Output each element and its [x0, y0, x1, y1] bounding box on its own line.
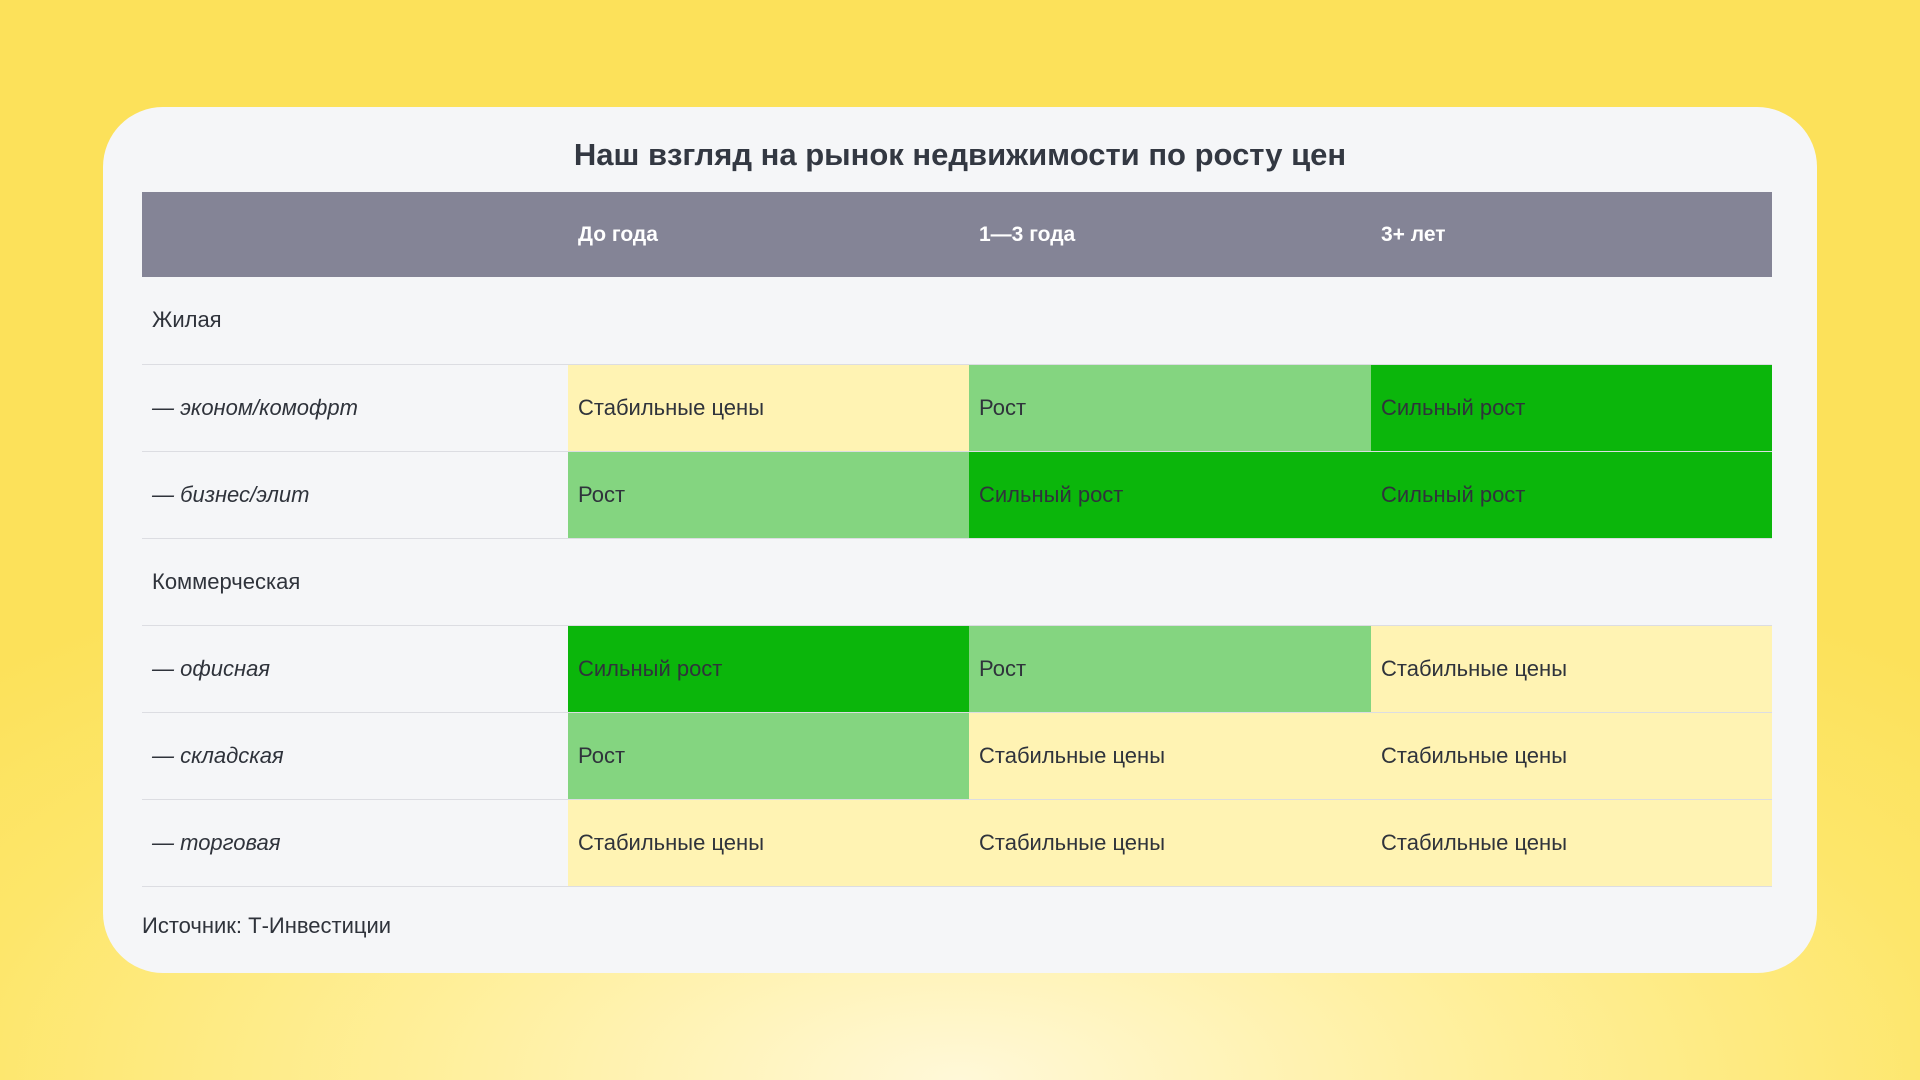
section-filler [568, 277, 1772, 365]
section-label: Коммерческая [142, 538, 568, 626]
table-row: — офисная Сильный рост Рост Стабильные цены [142, 625, 1772, 713]
table-row: — торговая Стабильные цены Стабильные цены… [142, 799, 1772, 887]
table-cell: Сильный рост [1371, 451, 1772, 539]
section-row: Коммерческая [142, 538, 1772, 626]
table-cell: Рост [568, 451, 969, 539]
table-row: — эконом/комофрт Стабильные цены Рост Сильн… [142, 364, 1772, 452]
table-row: — складская Рост Стабильные цены Стабильные… [142, 712, 1772, 800]
table-cell: Стабильные цены [1371, 799, 1772, 887]
header-cell-1-3-years: 1—3 года [969, 192, 1371, 277]
header-cell-3-plus-years: 3+ лет [1371, 192, 1772, 277]
table-cell: Стабильные цены [568, 799, 969, 887]
header-cell-segment [142, 192, 568, 277]
row-label: — эконом/комофрт [142, 364, 568, 452]
header-cell-up-to-year: До года [568, 192, 969, 277]
table-card: Наш взгляд на рынок недвижимости по рост… [103, 107, 1817, 973]
table-cell: Стабильные цены [568, 364, 969, 452]
row-label: — складская [142, 712, 568, 800]
source-note: Источник: Т-Инвестиции [142, 913, 392, 938]
table-cell: Стабильные цены [1371, 625, 1772, 713]
table-cell: Рост [969, 364, 1371, 452]
table-cell: Стабильные цены [969, 799, 1371, 887]
table-cell: Стабильные цены [969, 712, 1371, 800]
price-growth-table: До года 1—3 года 3+ лет Жилая — эконом/ко… [142, 192, 1772, 887]
row-label: — офисная [142, 625, 568, 713]
table-cell: Стабильные цены [1371, 712, 1772, 800]
table-body: Жилая — эконом/комофрт Стабильные цены Рост… [142, 277, 1772, 887]
table-row: — бизнес/элит Рост Сильный рост Сильный рос… [142, 451, 1772, 539]
section-row: Жилая [142, 277, 1772, 365]
table-cell: Рост [969, 625, 1371, 713]
header-row: До года 1—3 года 3+ лет [142, 192, 1772, 277]
row-label: — бизнес/элит [142, 451, 568, 539]
section-label: Жилая [142, 277, 568, 365]
table-cell: Рост [568, 712, 969, 800]
chart-title: Наш взгляд на рынок недвижимости по рост… [573, 137, 1347, 172]
table-cell: Сильный рост [568, 625, 969, 713]
row-label: — торговая [142, 799, 568, 887]
section-filler [568, 538, 1772, 626]
table-cell: Сильный рост [1371, 364, 1772, 452]
table-cell: Сильный рост [969, 451, 1371, 539]
